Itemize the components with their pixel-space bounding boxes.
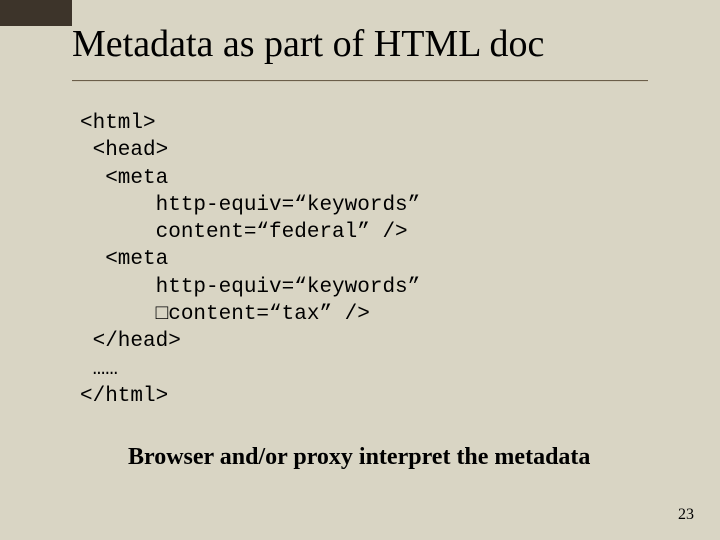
page-number: 23 bbox=[678, 506, 694, 524]
slide-caption: Browser and/or proxy interpret the metad… bbox=[128, 444, 648, 471]
slide-title: Metadata as part of HTML doc bbox=[72, 22, 648, 66]
code-block: <html> <head> <meta http-equiv=“keywords… bbox=[80, 110, 648, 410]
corner-accent bbox=[0, 0, 72, 26]
title-underline bbox=[72, 80, 648, 82]
slide-container: Metadata as part of HTML doc <html> <hea… bbox=[0, 0, 720, 471]
